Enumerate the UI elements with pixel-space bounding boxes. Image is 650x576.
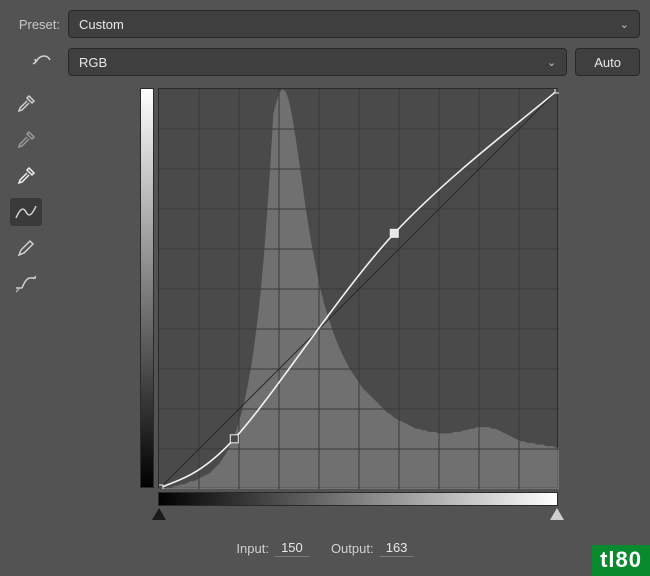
eyedropper-white-tool[interactable] <box>10 162 42 190</box>
black-point-slider[interactable] <box>152 508 166 520</box>
input-label: Input: <box>236 541 269 556</box>
eyedropper-gray-tool[interactable] <box>10 126 42 154</box>
curves-canvas[interactable] <box>159 89 559 489</box>
white-point-slider[interactable] <box>550 508 564 520</box>
input-output-readout: Input: 150 Output: 163 <box>0 540 650 557</box>
watermark: tl80 <box>592 545 650 576</box>
chevron-down-icon: ⌄ <box>620 18 629 31</box>
preset-value: Custom <box>79 17 124 32</box>
input-gradient <box>158 492 558 506</box>
targeted-adjustment-icon[interactable] <box>8 52 60 72</box>
curve-point-tool[interactable] <box>10 198 42 226</box>
output-gradient <box>140 88 154 488</box>
tool-strip <box>10 90 42 298</box>
output-label: Output: <box>331 541 374 556</box>
preset-label: Preset: <box>8 17 60 32</box>
eyedropper-black-tool[interactable] <box>10 90 42 118</box>
chevron-down-icon: ⌄ <box>547 56 556 69</box>
auto-button[interactable]: Auto <box>575 48 640 76</box>
pencil-tool[interactable] <box>10 234 42 262</box>
preset-select[interactable]: Custom ⌄ <box>68 10 640 38</box>
clip-smooth-tool[interactable] <box>10 270 42 298</box>
output-value[interactable]: 163 <box>380 540 414 557</box>
channel-select[interactable]: RGB ⌄ <box>68 48 567 76</box>
channel-value: RGB <box>79 55 107 70</box>
input-value[interactable]: 150 <box>275 540 309 557</box>
curves-grid[interactable] <box>158 88 558 488</box>
